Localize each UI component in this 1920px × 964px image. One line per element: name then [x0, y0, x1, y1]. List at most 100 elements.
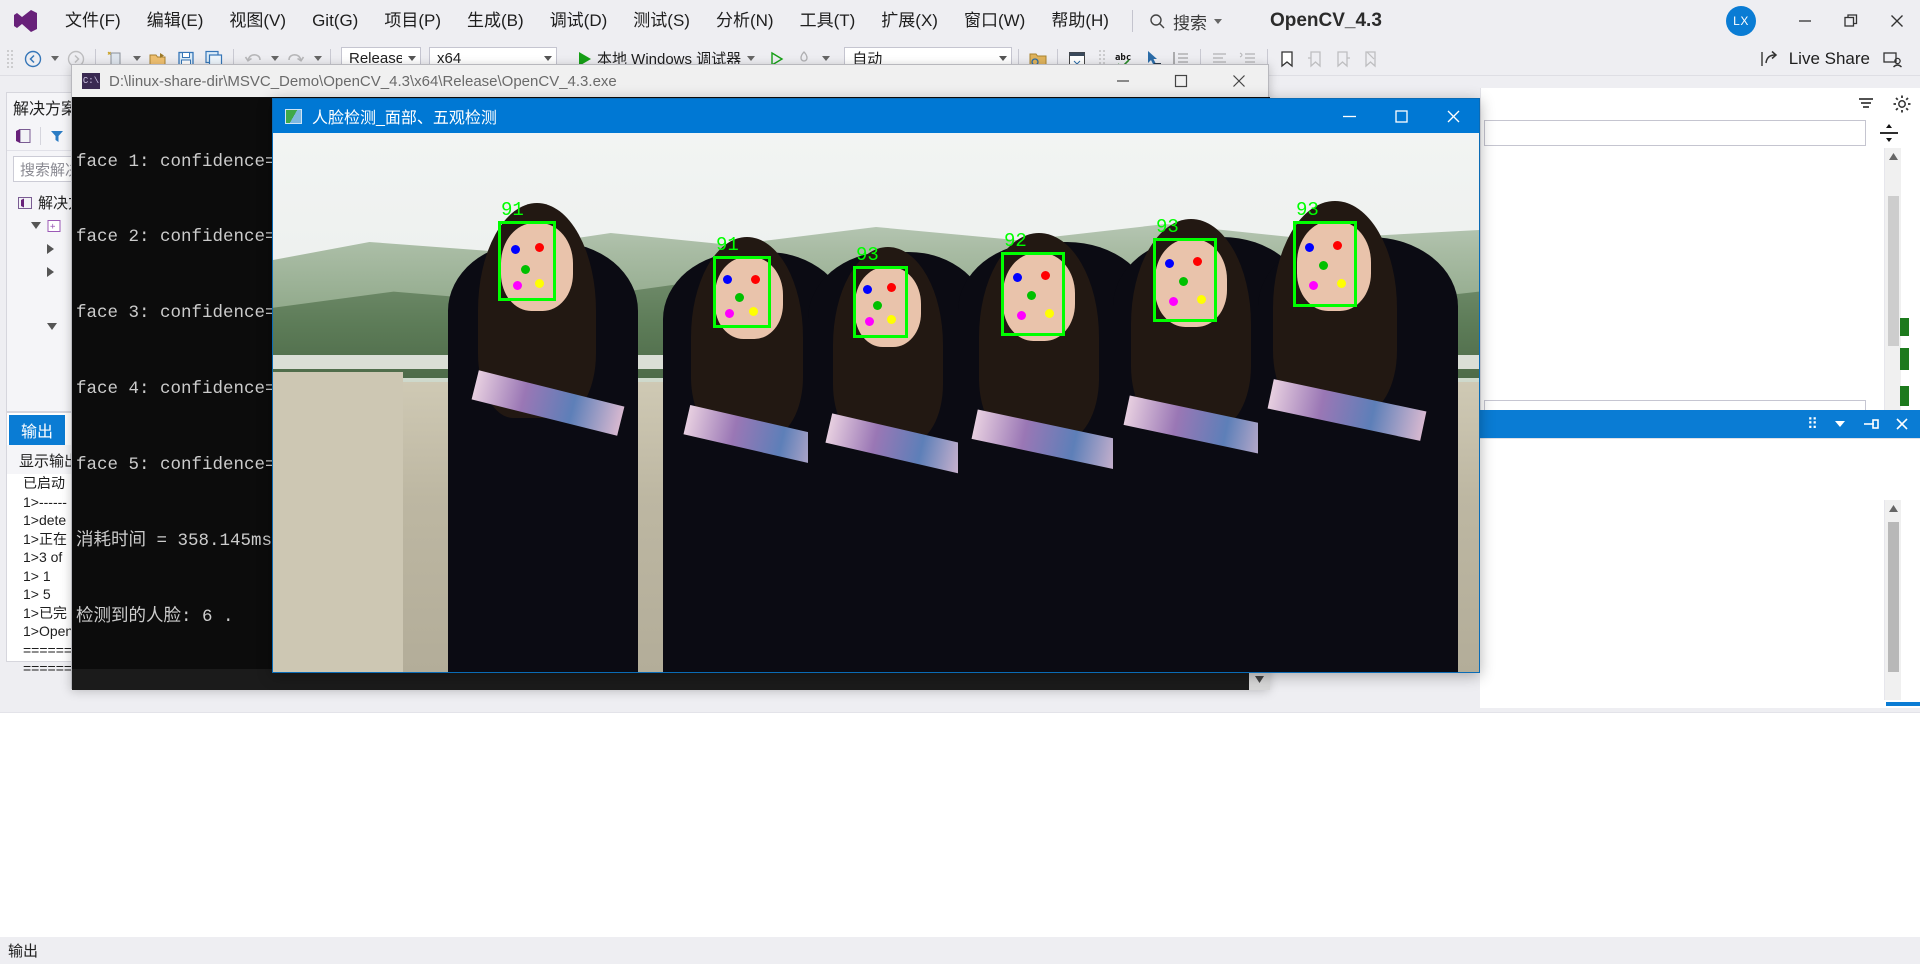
landmark-right-eye — [751, 275, 760, 284]
scroll-up-arrow-icon[interactable] — [1885, 148, 1902, 165]
live-share-label: Live Share — [1788, 48, 1870, 68]
split-view-button[interactable] — [1874, 118, 1904, 148]
cpp-project-icon: + — [47, 219, 61, 232]
live-share-icon — [1761, 50, 1777, 66]
scroll-up-arrow-icon[interactable] — [1885, 500, 1902, 517]
menu-item-debug[interactable]: 调试(D) — [537, 0, 621, 42]
console-title-bar[interactable]: C:\ D:\linux-share-dir\MSVC_Demo\OpenCV_… — [72, 65, 1268, 97]
menu-item-window[interactable]: 窗口(W) — [951, 0, 1038, 42]
right-panel-toolbar — [1856, 94, 1912, 114]
editor-backdrop — [0, 712, 1920, 937]
scroll-marker — [1900, 348, 1909, 370]
solution-home-icon[interactable] — [14, 127, 32, 145]
page-title: OpenCV_4.3 — [1269, 10, 1382, 31]
landmark-mouth-right — [749, 307, 758, 316]
landmark-mouth-right — [1337, 279, 1346, 288]
opencv-close-button[interactable] — [1427, 99, 1479, 133]
console-maximize-button[interactable] — [1152, 65, 1210, 97]
expander-open-icon[interactable] — [31, 222, 41, 229]
landmark-nose — [1027, 291, 1036, 300]
menu-bar: 文件(F) 编辑(E) 视图(V) Git(G) 项目(P) 生成(B) 调试(… — [52, 0, 1122, 42]
chevron-down-icon — [544, 56, 552, 61]
detection-confidence-label: 93 — [856, 244, 879, 266]
chevron-down-icon — [408, 56, 416, 61]
next-bookmark-button[interactable] — [1330, 46, 1356, 72]
visual-studio-logo-icon — [0, 0, 52, 42]
detection-confidence-label: 93 — [1156, 216, 1179, 238]
live-share-button[interactable]: Live Share — [1752, 49, 1878, 69]
pin-icon[interactable] — [1862, 416, 1880, 432]
opencv-minimize-button[interactable] — [1323, 99, 1375, 133]
menu-item-git[interactable]: Git(G) — [299, 0, 371, 42]
expander-icon[interactable] — [47, 243, 54, 254]
chevron-down-icon — [747, 56, 756, 61]
minimize-icon — [1342, 115, 1356, 117]
filter-icon[interactable] — [49, 128, 65, 144]
scroll-marker — [1900, 318, 1909, 336]
panel-grip[interactable]: ⠿ — [1807, 415, 1818, 433]
chevron-down-icon[interactable] — [1832, 416, 1848, 432]
navigate-back-button[interactable] — [20, 46, 46, 72]
search-label: 搜索 — [1172, 13, 1207, 33]
opencv-maximize-button[interactable] — [1375, 99, 1427, 133]
detection-confidence-label: 91 — [501, 199, 524, 221]
navigate-back-icon — [24, 50, 42, 67]
svg-text:abc: abc — [1115, 53, 1131, 63]
landmark-left-eye — [863, 285, 872, 294]
landmark-mouth-left — [1169, 297, 1178, 306]
opencv-title-bar[interactable]: 人脸检测_面部、五观检测 — [273, 99, 1479, 133]
console-minimize-button[interactable] — [1094, 65, 1152, 97]
expander-open-icon[interactable] — [47, 323, 57, 330]
prev-bookmark-button[interactable] — [1302, 46, 1328, 72]
maximize-icon — [1174, 74, 1188, 88]
scrollbar-thumb[interactable] — [1888, 522, 1899, 672]
clear-bookmarks-button[interactable] — [1358, 46, 1384, 72]
landmark-left-eye — [511, 245, 520, 254]
menu-item-help[interactable]: 帮助(H) — [1038, 0, 1122, 42]
expander-icon[interactable] — [47, 266, 54, 277]
back-history-dropdown[interactable] — [48, 46, 61, 72]
avatar[interactable]: LX — [1726, 6, 1756, 36]
opencv-image-canvas[interactable]: 91 91 93 92 93 93 — [273, 133, 1479, 672]
menu-divider — [1131, 10, 1133, 32]
menu-item-analyze[interactable]: 分析(N) — [703, 0, 787, 42]
landmark-mouth-right — [1045, 309, 1054, 318]
menu-item-tools[interactable]: 工具(T) — [787, 0, 869, 42]
landmark-mouth-left — [1309, 281, 1318, 290]
restore-button[interactable] — [1828, 0, 1874, 42]
svg-text:+: + — [50, 222, 56, 232]
gear-icon[interactable] — [1892, 94, 1912, 114]
menu-item-extensions[interactable]: 扩展(X) — [868, 0, 951, 42]
landmark-nose — [1319, 261, 1328, 270]
opencv-image-window: 人脸检测_面部、五观检测 91 91 93 92 93 93 — [272, 98, 1480, 673]
menu-item-build[interactable]: 生成(B) — [454, 0, 537, 42]
live-share-session-button[interactable] — [1880, 46, 1906, 72]
menu-item-file[interactable]: 文件(F) — [52, 0, 134, 42]
toolbar-grip[interactable] — [6, 48, 15, 69]
close-icon[interactable] — [1894, 416, 1910, 432]
detection-confidence-label: 93 — [1296, 199, 1319, 221]
menu-item-edit[interactable]: 编辑(E) — [134, 0, 217, 42]
close-button[interactable] — [1874, 0, 1920, 42]
detection-box — [713, 256, 771, 328]
console-close-button[interactable] — [1210, 65, 1268, 97]
menu-item-test[interactable]: 测试(S) — [620, 0, 703, 42]
landmark-nose — [873, 301, 882, 310]
toggle-bookmark-button[interactable] — [1274, 46, 1300, 72]
chevron-down-icon — [50, 56, 59, 61]
lower-panel-scrollbar[interactable] — [1884, 500, 1901, 700]
landmark-left-eye — [1305, 243, 1314, 252]
collapse-all-icon[interactable] — [1856, 94, 1876, 114]
detection-box — [498, 221, 556, 301]
vs-title-bar: 文件(F) 编辑(E) 视图(V) Git(G) 项目(P) 生成(B) 调试(… — [0, 0, 1920, 42]
global-search[interactable]: 搜索 — [1143, 0, 1228, 42]
menu-item-project[interactable]: 项目(P) — [371, 0, 454, 42]
landmark-right-eye — [887, 283, 896, 292]
minimize-button[interactable] — [1782, 0, 1828, 42]
landmark-mouth-right — [887, 315, 896, 324]
right-panel-header-bar: ⠿ — [1480, 410, 1920, 438]
menu-item-view[interactable]: 视图(V) — [216, 0, 299, 42]
tab-output[interactable]: 输出 — [9, 415, 66, 445]
right-panel-combo[interactable] — [1484, 120, 1866, 146]
scrollbar-thumb[interactable] — [1888, 196, 1899, 346]
